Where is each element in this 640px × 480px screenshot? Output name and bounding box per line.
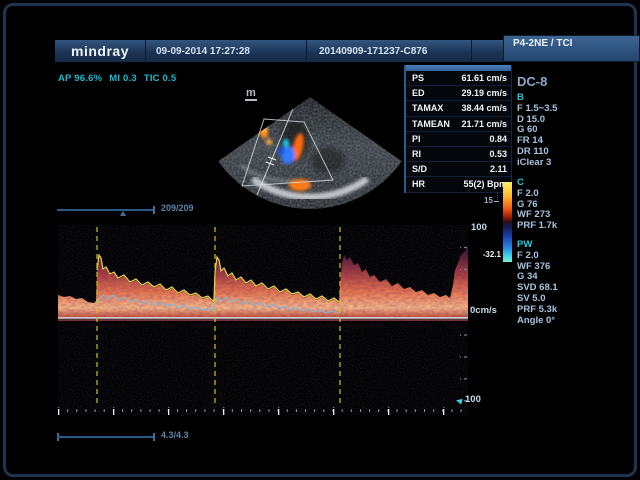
- measurement-value: 21.71 cm/s: [461, 119, 507, 129]
- acoustic-power-value: AP 96.6%: [58, 73, 102, 84]
- param-c-prf: PRF 1.7k: [517, 221, 557, 232]
- measurement-row: TAMEAN 21.71 cm/s: [406, 117, 511, 132]
- mi-value: MI 0.3: [109, 73, 137, 84]
- measurement-label: PS: [412, 73, 424, 83]
- measurement-row: PI 0.84: [406, 132, 511, 147]
- measurement-row: TAMAX 38.44 cm/s: [406, 101, 511, 116]
- param-b-iclear: iClear 3: [517, 158, 557, 169]
- velocity-axis-ticks: [460, 229, 467, 405]
- color-scale-min-label: -32.1: [478, 250, 501, 259]
- orientation-marker: m: [245, 88, 257, 101]
- tic-value: TIC 0.5: [144, 73, 177, 84]
- measurement-label: PI: [412, 134, 421, 144]
- exam-id-display: 20140909-171237-C876: [307, 40, 472, 62]
- sidebar-section-c: C F 2.0 G 76 WF 273 PRF 1.7k: [517, 178, 557, 232]
- cine-frame-count: 209/209: [161, 203, 194, 213]
- ultrasound-screen: { "top_bar": { "logo": "mindray", "datet…: [0, 0, 640, 480]
- measurement-results-panel: PS 61.61 cm/s ED 29.19 cm/s TAMAX 38.44 cm/…: [404, 65, 512, 193]
- measurement-row: RI 0.53: [406, 147, 511, 162]
- cine-track[interactable]: [57, 209, 154, 211]
- cine-time-count: 4.3/4.3: [161, 430, 189, 440]
- measurement-value: 29.19 cm/s: [461, 88, 507, 98]
- measurement-label: ED: [412, 88, 425, 98]
- acoustic-power-readout: AP 96.6% MI 0.3 TIC 0.5: [58, 73, 183, 84]
- param-pw-angle: Angle 0°: [517, 316, 558, 327]
- baseline[interactable]: [58, 317, 468, 319]
- depth-max-label: 15: [484, 196, 493, 205]
- depth-tick: [494, 201, 499, 202]
- sidebar-section-b: B F 1.5~3.5 D 15.0 G 60 FR 14 DR 110 iCl…: [517, 93, 557, 169]
- bmode-display[interactable]: [200, 85, 430, 211]
- sidebar-section-pw: PW F 2.0 WF 376 G 34 SVD 68.1 SV 5.0 PRF…: [517, 240, 558, 326]
- cine-track[interactable]: [57, 436, 154, 438]
- measurement-label: HR: [412, 179, 425, 189]
- measurement-row: S/D 2.11: [406, 162, 511, 177]
- measurement-value: 2.11: [490, 164, 507, 174]
- param-pw-frequency: F 2.0: [517, 251, 558, 262]
- measurement-label: TAMAX: [412, 103, 443, 113]
- param-c-frequency: F 2.0: [517, 189, 557, 200]
- mindray-logo: mindray: [55, 40, 146, 62]
- measurement-label: RI: [412, 149, 421, 159]
- color-velocity-scale: [503, 182, 512, 262]
- velocity-min-label: 100: [465, 394, 481, 405]
- measurement-label: S/D: [412, 164, 427, 174]
- velocity-zero-label: 0cm/s: [470, 305, 497, 316]
- datetime-display: 09-09-2014 17:27:28: [146, 40, 307, 62]
- cine-time-scrollbar[interactable]: 4.3/4.3: [57, 430, 157, 442]
- velocity-max-label: 100: [471, 222, 487, 233]
- measurement-label: TAMEAN: [412, 119, 450, 129]
- cine-end-cap: [153, 206, 155, 214]
- measurement-value: 55(2) Bpm: [463, 179, 507, 189]
- param-pw-prf: PRF 5.3k: [517, 305, 558, 316]
- measurement-value: 0.53: [489, 149, 507, 159]
- top-bar: mindray 09-09-2014 17:27:28 20140909-171…: [55, 40, 585, 62]
- spectral-display[interactable]: [58, 225, 468, 415]
- parameter-sidebar: DC-8 B F 1.5~3.5 D 15.0 G 60 FR 14 DR 11…: [517, 0, 587, 480]
- param-b-frequency: F 1.5~3.5: [517, 104, 557, 115]
- cine-end-cap: [153, 433, 155, 441]
- measurement-row: ED 29.19 cm/s: [406, 86, 511, 101]
- cine-position-marker[interactable]: [120, 211, 126, 216]
- cine-frame-scrollbar[interactable]: 209/209: [57, 203, 157, 215]
- measurement-row: PS 61.61 cm/s: [406, 71, 511, 86]
- measurement-value: 38.44 cm/s: [461, 103, 507, 113]
- measurement-value: 61.61 cm/s: [461, 73, 507, 83]
- measurement-row: HR 55(2) Bpm: [406, 177, 511, 192]
- system-model-label: DC-8: [517, 74, 547, 89]
- time-axis-major-ticks: [58, 407, 468, 415]
- measurement-value: 0.84: [489, 134, 507, 144]
